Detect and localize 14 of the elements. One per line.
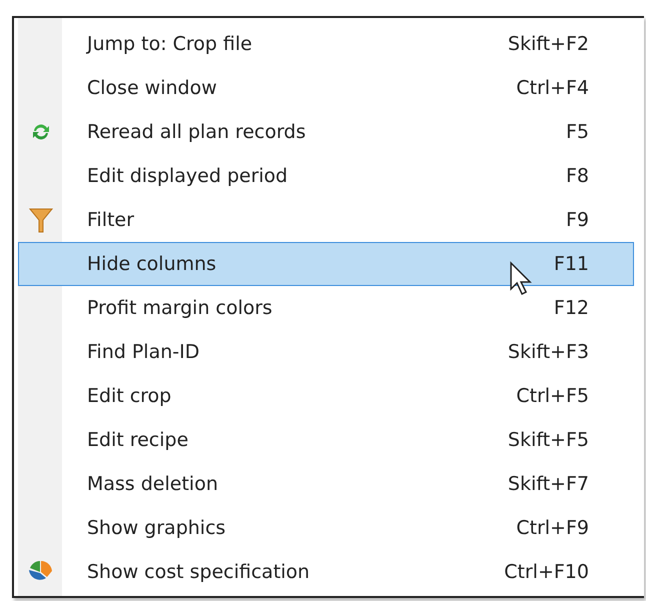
menu-item[interactable]: Show graphics Ctrl+F9: [18, 506, 634, 550]
menu-item[interactable]: Close window Ctrl+F4: [18, 66, 634, 110]
menu-item[interactable]: Edit displayed period F8: [18, 154, 634, 198]
menu-item[interactable]: Edit recipe Skift+F5: [18, 418, 634, 462]
menu-item[interactable]: Filter F9: [18, 198, 634, 242]
menu-item[interactable]: Jump to: Crop file Skift+F2: [18, 22, 634, 66]
mouse-pointer-icon: [509, 261, 535, 297]
menu-item[interactable]: Find Plan-ID Skift+F3: [18, 330, 634, 374]
menu-item[interactable]: Mass deletion Skift+F7: [18, 462, 634, 506]
menu-item[interactable]: Reread all plan records F5: [18, 110, 634, 154]
menu-item[interactable]: Profit margin colors F12: [18, 286, 634, 330]
funnel-icon: [29, 207, 53, 233]
menu-item[interactable]: Edit crop Ctrl+F5: [18, 374, 634, 418]
menu-item[interactable]: Show cost specification Ctrl+F10: [18, 550, 634, 594]
